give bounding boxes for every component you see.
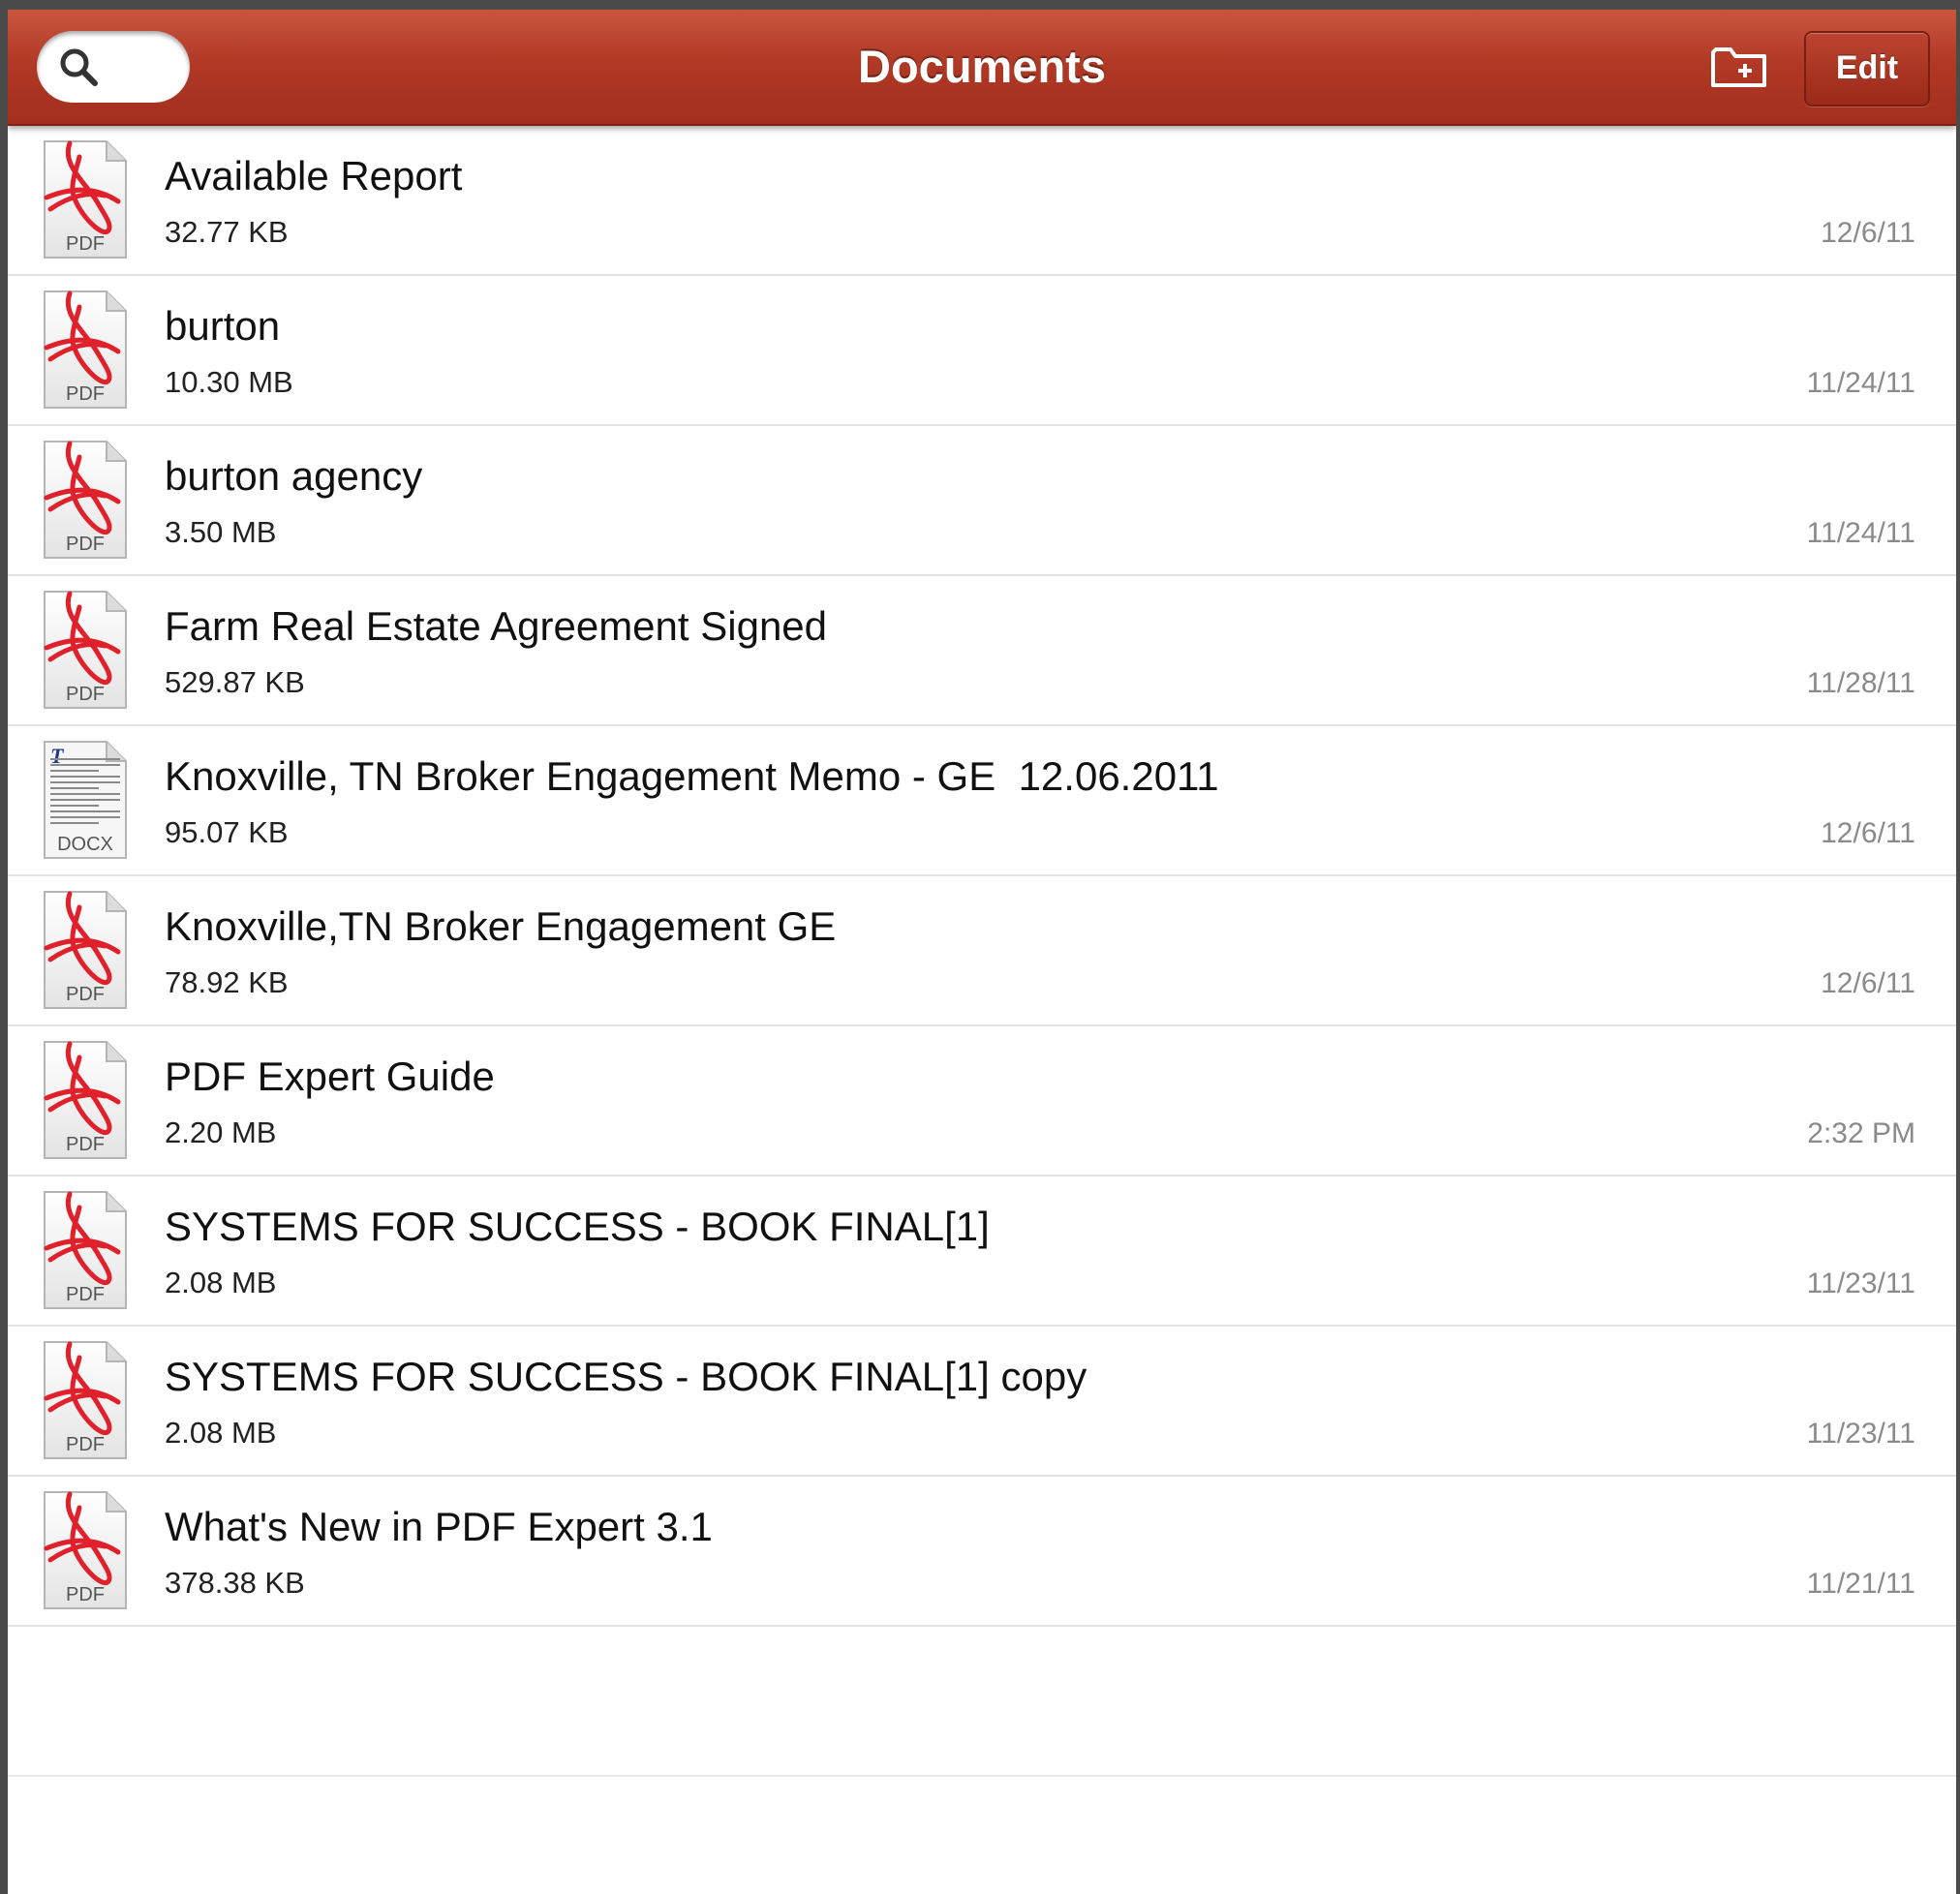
file-date: 11/24/11 bbox=[1806, 517, 1915, 549]
empty-list-row bbox=[8, 1777, 1956, 1894]
list-item[interactable]: PDF What's New in PDF Expert 3.1 378.38 K… bbox=[8, 1477, 1956, 1627]
file-size: 95.07 KB bbox=[165, 815, 289, 849]
file-date: 11/23/11 bbox=[1806, 1268, 1915, 1299]
file-type-label: PDF bbox=[66, 1284, 105, 1305]
file-name: Available Report bbox=[165, 153, 463, 199]
file-list: PDF Available Report 32.77 KB 12/6/11 PDF … bbox=[8, 126, 1956, 1894]
empty-list-row bbox=[8, 1627, 1956, 1777]
list-item[interactable]: PDF burton 10.30 MB 11/24/11 bbox=[8, 276, 1956, 426]
file-date: 11/28/11 bbox=[1806, 667, 1915, 699]
file-type-label: PDF bbox=[66, 1434, 105, 1455]
new-folder-icon bbox=[1711, 47, 1766, 87]
list-item[interactable]: PDF burton agency 3.50 MB 11/24/11 bbox=[8, 426, 1956, 576]
file-type-label: PDF bbox=[66, 984, 105, 1005]
list-item[interactable]: PDF PDF Expert Guide 2.20 MB 2:32 PM bbox=[8, 1026, 1956, 1176]
file-date: 12/6/11 bbox=[1821, 217, 1915, 249]
file-size: 529.87 KB bbox=[165, 665, 305, 699]
list-item[interactable]: PDF SYSTEMS FOR SUCCESS - BOOK FINAL[1] 2… bbox=[8, 1176, 1956, 1327]
file-name: Farm Real Estate Agreement Signed bbox=[165, 603, 828, 649]
file-date: 11/23/11 bbox=[1806, 1418, 1915, 1450]
file-size: 2.08 MB bbox=[165, 1266, 277, 1299]
file-date: 12/6/11 bbox=[1821, 967, 1915, 999]
pdf-file-icon: PDF bbox=[41, 1488, 130, 1612]
list-item[interactable]: PDF Knoxville,TN Broker Engagement GE 78.… bbox=[8, 876, 1956, 1026]
file-name: Knoxville, TN Broker Engagement Memo - G… bbox=[165, 753, 1219, 799]
file-date: 11/24/11 bbox=[1806, 367, 1915, 399]
pdf-file-icon: PDF bbox=[41, 288, 130, 412]
file-name: Knoxville,TN Broker Engagement GE bbox=[165, 903, 837, 949]
pdf-file-icon: PDF bbox=[41, 1338, 130, 1462]
file-name: PDF Expert Guide bbox=[165, 1054, 495, 1099]
file-name: burton bbox=[165, 303, 281, 349]
list-item[interactable]: PDF Available Report 32.77 KB 12/6/11 bbox=[8, 126, 1956, 276]
file-name: SYSTEMS FOR SUCCESS - BOOK FINAL[1] bbox=[165, 1204, 990, 1249]
pdf-file-icon: PDF bbox=[41, 137, 130, 261]
pdf-file-icon: PDF bbox=[41, 1038, 130, 1162]
documents-screen: Documents Edit PDF Available Report 32.77… bbox=[8, 10, 1956, 1894]
file-type-label: PDF bbox=[66, 1134, 105, 1155]
file-size: 78.92 KB bbox=[165, 965, 289, 999]
file-size: 32.77 KB bbox=[165, 215, 289, 249]
file-size: 2.08 MB bbox=[165, 1416, 277, 1450]
list-item[interactable]: PDF Farm Real Estate Agreement Signed 529… bbox=[8, 576, 1956, 726]
docx-file-icon: T DOCX bbox=[41, 738, 130, 862]
list-item[interactable]: T DOCX Knoxville, TN Broker Engagement M… bbox=[8, 726, 1956, 876]
file-size: 10.30 MB bbox=[165, 365, 293, 399]
file-date: 11/21/11 bbox=[1806, 1568, 1915, 1600]
new-folder-button[interactable] bbox=[1704, 39, 1772, 95]
edit-button[interactable]: Edit bbox=[1804, 31, 1930, 107]
file-name: What's New in PDF Expert 3.1 bbox=[165, 1504, 713, 1549]
nav-bar: Documents Edit bbox=[8, 10, 1956, 126]
file-size: 2.20 MB bbox=[165, 1115, 277, 1149]
file-type-label: PDF bbox=[66, 534, 105, 555]
pdf-file-icon: PDF bbox=[41, 1188, 130, 1312]
search-field[interactable] bbox=[37, 31, 190, 103]
file-size: 378.38 KB bbox=[165, 1566, 305, 1600]
file-size: 3.50 MB bbox=[165, 515, 277, 549]
list-item[interactable]: PDF SYSTEMS FOR SUCCESS - BOOK FINAL[1] … bbox=[8, 1327, 1956, 1477]
file-type-label: PDF bbox=[66, 383, 105, 405]
pdf-file-icon: PDF bbox=[41, 438, 130, 562]
search-icon bbox=[60, 48, 98, 86]
file-date: 2:32 PM bbox=[1807, 1117, 1915, 1149]
file-name: SYSTEMS FOR SUCCESS - BOOK FINAL[1] copy bbox=[165, 1354, 1087, 1399]
file-type-label: DOCX bbox=[57, 834, 113, 855]
pdf-file-icon: PDF bbox=[41, 888, 130, 1012]
file-date: 12/6/11 bbox=[1821, 817, 1915, 849]
pdf-file-icon: PDF bbox=[41, 588, 130, 712]
file-type-label: PDF bbox=[66, 1584, 105, 1605]
file-type-label: PDF bbox=[66, 233, 105, 255]
file-name: burton agency bbox=[165, 453, 423, 499]
file-type-label: PDF bbox=[66, 684, 105, 705]
page-title: Documents bbox=[858, 41, 1106, 92]
